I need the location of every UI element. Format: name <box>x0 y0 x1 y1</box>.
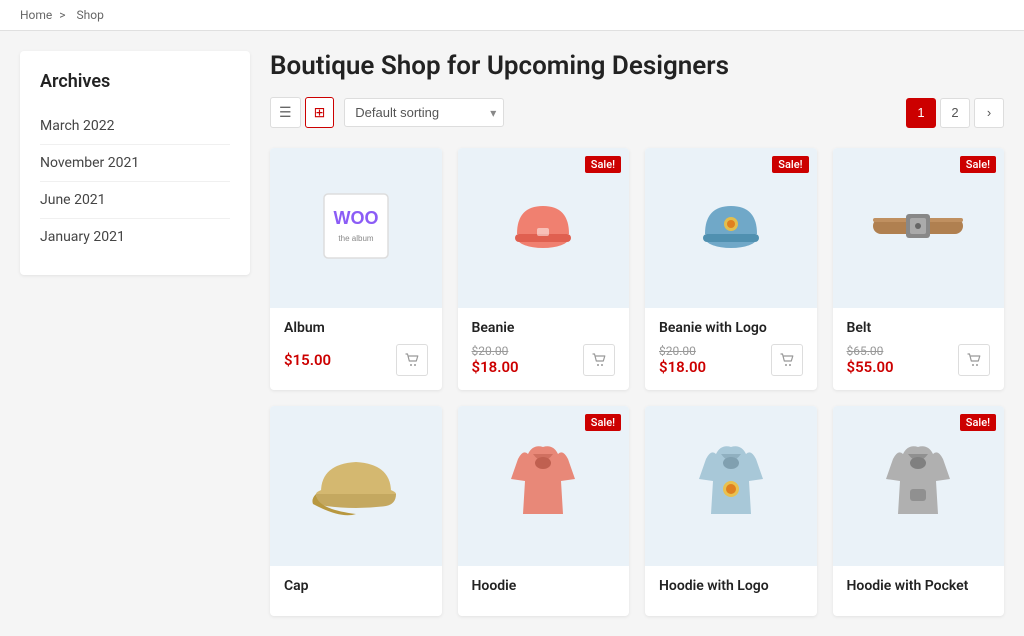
price-current: $18.00 <box>659 358 706 376</box>
svg-text:the album: the album <box>338 234 373 243</box>
add-to-cart-button[interactable] <box>958 344 990 376</box>
product-info: Beanie with Logo $20.00$18.00 <box>645 308 817 390</box>
archive-item[interactable]: June 2021 <box>40 182 230 219</box>
product-card[interactable]: WOO the album Album $15.00 <box>270 148 442 390</box>
product-image-wrap <box>270 406 442 566</box>
price-wrap: $20.00$18.00 <box>472 344 519 376</box>
page-next-button[interactable]: › <box>974 98 1004 128</box>
sale-badge: Sale! <box>960 414 996 431</box>
product-image-wrap <box>645 406 817 566</box>
product-image-wrap: Sale! <box>458 148 630 308</box>
product-image <box>503 186 583 270</box>
product-card[interactable]: Hoodie with Logo <box>645 406 817 616</box>
price-wrap: $15.00 <box>284 351 331 369</box>
product-info: Beanie $20.00$18.00 <box>458 308 630 390</box>
price-current: $55.00 <box>847 358 894 376</box>
product-image-wrap: Sale! <box>833 406 1005 566</box>
products-grid: WOO the album Album $15.00 Sale! Beanie $20… <box>270 148 1004 616</box>
archive-item[interactable]: January 2021 <box>40 219 230 255</box>
product-name: Hoodie with Logo <box>659 578 803 594</box>
sale-badge: Sale! <box>585 414 621 431</box>
product-image <box>868 196 968 260</box>
toolbar: ☰ ⊞ Default sortingSort by popularitySor… <box>270 97 1004 128</box>
product-price-row: $20.00$18.00 <box>659 344 803 376</box>
view-toggle: ☰ ⊞ <box>270 97 334 128</box>
product-price-row: $65.00$55.00 <box>847 344 991 376</box>
product-name: Hoodie with Pocket <box>847 578 991 594</box>
product-info: Belt $65.00$55.00 <box>833 308 1005 390</box>
sort-wrapper: Default sortingSort by popularitySort by… <box>344 98 504 127</box>
product-image-wrap: WOO the album <box>270 148 442 308</box>
product-image <box>691 439 771 533</box>
product-image-wrap: Sale! <box>833 148 1005 308</box>
product-info: Hoodie <box>458 566 630 616</box>
breadcrumb-separator: > <box>59 8 65 22</box>
product-image-wrap: Sale! <box>645 148 817 308</box>
product-card[interactable]: Sale! Hoodie with Pocket <box>833 406 1005 616</box>
price-original: $20.00 <box>472 344 519 358</box>
product-name: Album <box>284 320 428 336</box>
product-name: Beanie with Logo <box>659 320 803 336</box>
product-name: Belt <box>847 320 991 336</box>
price-current: $15.00 <box>284 351 331 369</box>
product-card[interactable]: Sale! Hoodie <box>458 406 630 616</box>
sale-badge: Sale! <box>772 156 808 173</box>
pagination: 1 2 › <box>906 98 1004 128</box>
sidebar: Archives March 2022November 2021June 202… <box>20 51 250 616</box>
breadcrumb-current: Shop <box>77 8 104 22</box>
product-info: Hoodie with Logo <box>645 566 817 616</box>
product-card[interactable]: Sale! Belt $65.00$55.00 <box>833 148 1005 390</box>
price-original: $20.00 <box>659 344 706 358</box>
product-info: Cap <box>270 566 442 616</box>
price-wrap: $65.00$55.00 <box>847 344 894 376</box>
archive-list: March 2022November 2021June 2021January … <box>40 108 230 255</box>
page-1-button[interactable]: 1 <box>906 98 936 128</box>
product-card[interactable]: Cap <box>270 406 442 616</box>
product-image <box>691 186 771 270</box>
archive-item[interactable]: March 2022 <box>40 108 230 145</box>
grid-view-button[interactable]: ⊞ <box>305 97 335 128</box>
product-image-wrap: Sale! <box>458 406 630 566</box>
price-current: $18.00 <box>472 358 519 376</box>
price-wrap: $20.00$18.00 <box>659 344 706 376</box>
sort-select[interactable]: Default sortingSort by popularitySort by… <box>344 98 504 127</box>
product-price-row: $15.00 <box>284 344 428 376</box>
list-view-button[interactable]: ☰ <box>270 97 301 128</box>
page-title: Boutique Shop for Upcoming Designers <box>270 51 1004 81</box>
sale-badge: Sale! <box>960 156 996 173</box>
product-info: Hoodie with Pocket <box>833 566 1005 616</box>
product-price-row: $20.00$18.00 <box>472 344 616 376</box>
price-original: $65.00 <box>847 344 894 358</box>
product-image <box>503 439 583 533</box>
breadcrumb: Home > Shop <box>0 0 1024 31</box>
product-image <box>878 439 958 533</box>
add-to-cart-button[interactable] <box>583 344 615 376</box>
product-name: Cap <box>284 578 428 594</box>
add-to-cart-button[interactable] <box>396 344 428 376</box>
add-to-cart-button[interactable] <box>771 344 803 376</box>
product-card[interactable]: Sale! Beanie $20.00$18.00 <box>458 148 630 390</box>
product-image: WOO the album <box>316 186 396 270</box>
sale-badge: Sale! <box>585 156 621 173</box>
product-card[interactable]: Sale! Beanie with Logo $20.00$18.00 <box>645 148 817 390</box>
page-2-button[interactable]: 2 <box>940 98 970 128</box>
product-name: Hoodie <box>472 578 616 594</box>
product-name: Beanie <box>472 320 616 336</box>
breadcrumb-home[interactable]: Home <box>20 8 52 22</box>
svg-text:WOO: WOO <box>333 208 378 228</box>
product-info: Album $15.00 <box>270 308 442 390</box>
sidebar-title: Archives <box>40 71 230 92</box>
archive-item[interactable]: November 2021 <box>40 145 230 182</box>
main-content: Boutique Shop for Upcoming Designers ☰ ⊞… <box>270 51 1004 616</box>
product-image <box>311 444 401 528</box>
